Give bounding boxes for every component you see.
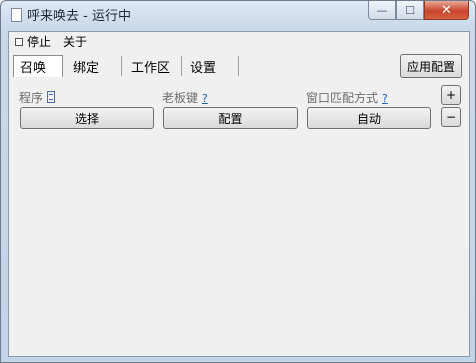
app-window: 呼来唤去 - 运行中 — ☐ ✕ 停止 关于 召唤 绑定 工作区 设置 应用配置… — [0, 0, 476, 363]
minimize-button[interactable]: — — [368, 1, 396, 20]
maximize-button[interactable]: ☐ — [396, 1, 424, 20]
window-match-label-text: 窗口匹配方式 — [306, 91, 379, 105]
tab-summon[interactable]: 召唤 — [13, 55, 63, 77]
tab-workspace[interactable]: 工作区 — [123, 56, 182, 76]
tab-summon-label: 召唤 — [20, 61, 47, 76]
menu-item-about[interactable]: 关于 — [57, 32, 93, 51]
program-help-icon[interactable] — [47, 91, 56, 103]
window-title: 呼来唤去 - 运行中 — [27, 9, 131, 24]
caption-buttons: — ☐ ✕ — [368, 1, 469, 20]
menu-item-stop-label: 停止 — [27, 35, 52, 49]
menu-bar: 停止 关于 — [9, 32, 469, 51]
tab-bind[interactable]: 绑定 — [65, 56, 122, 76]
boss-key-help-link[interactable]: ? — [202, 92, 208, 105]
tab-settings[interactable]: 设置 — [182, 56, 239, 76]
apply-config-button[interactable]: 应用配置 — [400, 54, 462, 78]
tab-settings-label: 设置 — [190, 60, 217, 76]
configure-boss-key-button[interactable]: 配置 — [163, 107, 298, 129]
close-button[interactable]: ✕ — [424, 1, 469, 20]
menu-item-about-label: 关于 — [63, 35, 88, 49]
boss-key-label-text: 老板键 — [162, 91, 199, 105]
window-match-label: 窗口匹配方式? — [306, 89, 388, 106]
tab-workspace-label: 工作区 — [131, 60, 171, 76]
window-match-help-link[interactable]: ? — [382, 92, 388, 105]
window-match-auto-button[interactable]: 自动 — [307, 107, 431, 129]
remove-row-button[interactable]: − — [441, 107, 461, 127]
stop-icon — [15, 37, 23, 46]
select-program-button[interactable]: 选择 — [20, 107, 154, 129]
boss-key-label: 老板键? — [162, 89, 208, 106]
client-area: 停止 关于 召唤 绑定 工作区 设置 应用配置 程序 老板键? 窗口匹配方式 ?… — [8, 31, 470, 357]
app-document-icon — [11, 8, 22, 22]
add-row-button[interactable]: + — [441, 85, 461, 105]
program-label-text: 程序 — [19, 91, 44, 105]
title-bar[interactable]: 呼来唤去 - 运行中 — ☐ ✕ — [1, 1, 475, 27]
program-label: 程序 — [19, 89, 56, 106]
tab-bind-label: 绑定 — [73, 60, 100, 76]
menu-item-stop[interactable]: 停止 — [9, 32, 57, 51]
